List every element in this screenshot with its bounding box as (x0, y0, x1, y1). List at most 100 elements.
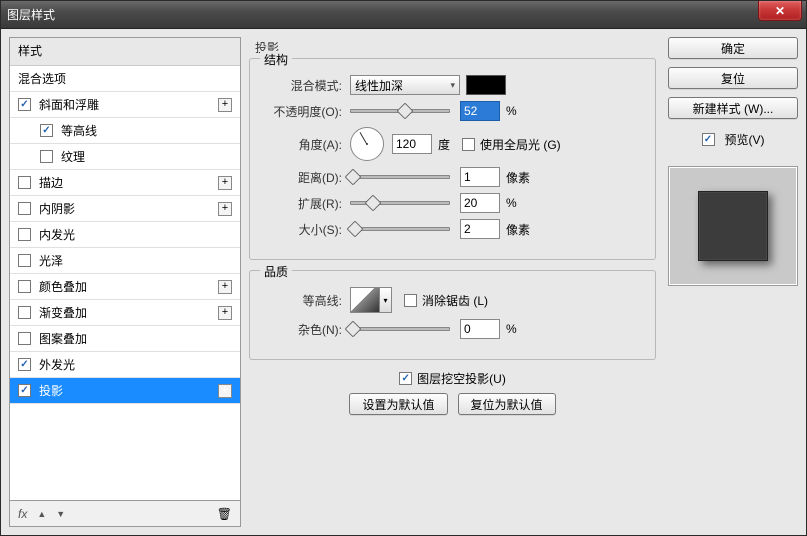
panel-title: 投影 (255, 39, 656, 56)
list-item-bevel[interactable]: 斜面和浮雕 + (10, 92, 240, 118)
preview-swatch (698, 191, 768, 261)
quality-fieldset: 品质 等高线: ▾ 消除锯齿 (L) 杂色(N): % (249, 270, 656, 360)
contour-swatch[interactable] (350, 287, 380, 313)
list-item-label: 内阴影 (39, 200, 75, 217)
dialog-body: 样式 混合选项 斜面和浮雕 + 等高线 纹理 (1, 29, 806, 535)
checkbox[interactable] (18, 358, 31, 371)
preview-checkbox[interactable] (702, 133, 715, 146)
list-item-inner-glow[interactable]: 内发光 (10, 222, 240, 248)
blend-mode-select[interactable]: 线性加深 ▾ (350, 75, 460, 95)
close-button[interactable]: ✕ (758, 1, 802, 21)
checkbox[interactable] (18, 202, 31, 215)
list-item-blend-options[interactable]: 混合选项 (10, 66, 240, 92)
contour-label: 等高线: (264, 292, 350, 309)
contour-dropdown[interactable]: ▾ (380, 287, 392, 313)
angle-input[interactable] (392, 134, 432, 154)
angle-label: 角度(A): (264, 136, 350, 153)
checkbox[interactable] (18, 254, 31, 267)
reset-button[interactable]: 复位 (668, 67, 798, 89)
list-item-drop-shadow[interactable]: 投影 + (10, 378, 240, 404)
list-item-label: 纹理 (61, 148, 85, 165)
add-icon[interactable]: + (218, 384, 232, 398)
slider-thumb[interactable] (397, 103, 414, 120)
opacity-unit: % (506, 104, 517, 118)
checkbox[interactable] (18, 280, 31, 293)
add-icon[interactable]: + (218, 306, 232, 320)
layer-style-dialog: 图层样式 ✕ 样式 混合选项 斜面和浮雕 + 等高线 (0, 0, 807, 536)
shadow-color-swatch[interactable] (466, 75, 506, 95)
noise-label: 杂色(N): (264, 321, 350, 338)
checkbox[interactable] (40, 124, 53, 137)
size-input[interactable] (460, 219, 500, 239)
opacity-label: 不透明度(O): (264, 103, 350, 120)
angle-dial[interactable] (350, 127, 384, 161)
structure-legend: 结构 (260, 51, 292, 68)
add-icon[interactable]: + (218, 176, 232, 190)
list-item-label: 外发光 (39, 356, 75, 373)
list-item-color-overlay[interactable]: 颜色叠加 + (10, 274, 240, 300)
trash-icon[interactable]: 🗑 (217, 507, 232, 521)
noise-slider[interactable] (350, 327, 450, 331)
checkbox[interactable] (18, 98, 31, 111)
preview-row: 预览(V) (668, 131, 798, 148)
opacity-slider[interactable] (350, 109, 450, 113)
knockout-checkbox[interactable] (399, 372, 412, 385)
distance-label: 距离(D): (264, 169, 350, 186)
set-default-button[interactable]: 设置为默认值 (349, 393, 447, 415)
checkbox[interactable] (18, 306, 31, 319)
add-icon[interactable]: + (218, 98, 232, 112)
checkbox[interactable] (18, 332, 31, 345)
preview-box (668, 166, 798, 286)
spread-input[interactable] (460, 193, 500, 213)
spread-label: 扩展(R): (264, 195, 350, 212)
blend-mode-label: 混合模式: (264, 77, 350, 94)
global-light-label: 使用全局光 (G) (480, 136, 561, 153)
new-style-button[interactable]: 新建样式 (W)... (668, 97, 798, 119)
list-item-stroke[interactable]: 描边 + (10, 170, 240, 196)
list-item-gradient-overlay[interactable]: 渐变叠加 + (10, 300, 240, 326)
quality-legend: 品质 (260, 263, 292, 280)
styles-column: 样式 混合选项 斜面和浮雕 + 等高线 纹理 (9, 37, 241, 527)
list-item-inner-shadow[interactable]: 内阴影 + (10, 196, 240, 222)
structure-fieldset: 结构 混合模式: 线性加深 ▾ 不透明度(O): % 角度(A): (249, 58, 656, 260)
close-icon: ✕ (775, 4, 785, 18)
list-item-outer-glow[interactable]: 外发光 (10, 352, 240, 378)
antialias-label: 消除锯齿 (L) (422, 292, 488, 309)
window-title: 图层样式 (7, 6, 55, 23)
distance-unit: 像素 (506, 169, 530, 186)
list-item-contour-sub[interactable]: 等高线 (10, 118, 240, 144)
list-item-texture-sub[interactable]: 纹理 (10, 144, 240, 170)
list-item-label: 颜色叠加 (39, 278, 87, 295)
antialias-checkbox[interactable] (404, 294, 417, 307)
list-item-pattern-overlay[interactable]: 图案叠加 (10, 326, 240, 352)
list-item-label: 斜面和浮雕 (39, 96, 99, 113)
slider-thumb[interactable] (365, 195, 382, 212)
distance-slider[interactable] (350, 175, 450, 179)
titlebar[interactable]: 图层样式 ✕ (1, 1, 806, 29)
settings-column: 投影 结构 混合模式: 线性加深 ▾ 不透明度(O): % (249, 37, 660, 527)
global-light-checkbox[interactable] (462, 138, 475, 151)
checkbox[interactable] (18, 384, 31, 397)
spread-slider[interactable] (350, 201, 450, 205)
styles-list: 样式 混合选项 斜面和浮雕 + 等高线 纹理 (9, 37, 241, 501)
styles-header: 样式 (10, 38, 240, 66)
size-slider[interactable] (350, 227, 450, 231)
ok-button[interactable]: 确定 (668, 37, 798, 59)
preview-label: 预览(V) (725, 131, 765, 148)
blend-mode-value: 线性加深 (355, 77, 403, 94)
distance-input[interactable] (460, 167, 500, 187)
noise-input[interactable] (460, 319, 500, 339)
noise-unit: % (506, 322, 517, 336)
reset-default-button[interactable]: 复位为默认值 (458, 393, 556, 415)
list-item-satin[interactable]: 光泽 (10, 248, 240, 274)
down-icon[interactable]: ▼ (56, 509, 65, 519)
up-icon[interactable]: ▲ (37, 509, 46, 519)
fx-icon[interactable]: fx (18, 507, 27, 521)
checkbox[interactable] (40, 150, 53, 163)
opacity-input[interactable] (460, 101, 500, 121)
checkbox[interactable] (18, 228, 31, 241)
list-item-label: 渐变叠加 (39, 304, 87, 321)
add-icon[interactable]: + (218, 280, 232, 294)
add-icon[interactable]: + (218, 202, 232, 216)
checkbox[interactable] (18, 176, 31, 189)
